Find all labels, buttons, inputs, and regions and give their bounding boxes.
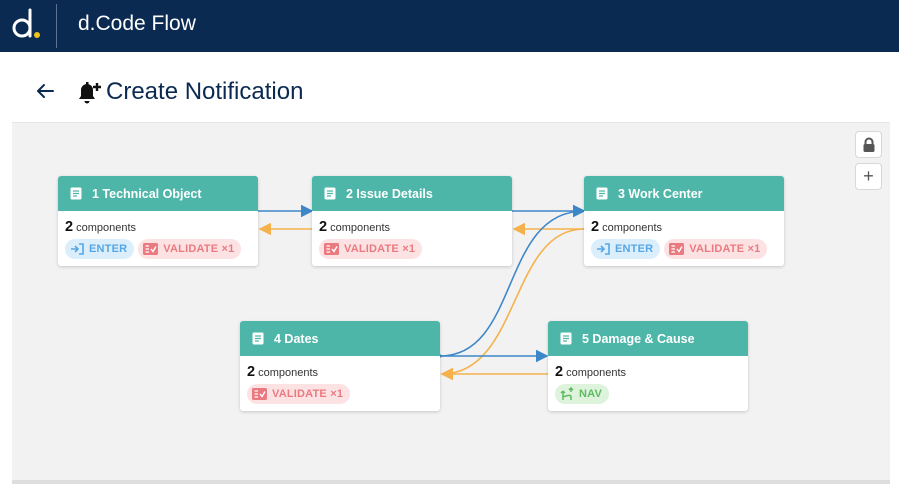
validate-chip[interactable]: VALIDATE ×1: [247, 384, 351, 404]
lock-button[interactable]: [855, 131, 882, 158]
component-count: 2 components: [247, 364, 319, 380]
flow-node-work-center[interactable]: 3 Work Center 2 components ENTER VALIDATE…: [584, 176, 784, 266]
enter-chip[interactable]: ENTER: [65, 239, 135, 259]
zoom-in-label: +: [863, 166, 874, 186]
canvas-scrollbar[interactable]: [12, 480, 890, 484]
app-title: d.Code Flow: [78, 12, 196, 35]
zoom-in-button[interactable]: +: [855, 163, 882, 190]
lock-icon: [863, 137, 874, 152]
checklist-icon: [324, 243, 339, 255]
node-title: 2 Issue Details: [346, 186, 433, 201]
flow-node-technical-object[interactable]: 1 Technical Object 2 components ENTER VAL…: [58, 176, 258, 266]
node-header: 3 Work Center: [584, 176, 784, 211]
component-count: 2 components: [555, 364, 627, 380]
checklist-icon: [143, 243, 159, 255]
enter-icon: [71, 243, 84, 255]
flow-node-dates[interactable]: 4 Dates 2 components VALIDATE ×1: [240, 321, 440, 411]
nav-chip[interactable]: NAV: [555, 384, 610, 404]
validate-chip[interactable]: VALIDATE ×1: [138, 239, 242, 259]
validate-chip[interactable]: VALIDATE ×1: [319, 239, 423, 259]
node-header: 5 Damage & Cause: [548, 321, 748, 356]
document-icon: [596, 187, 608, 200]
route-icon: [560, 387, 574, 400]
canvas-edge: [890, 122, 899, 484]
header-divider: [56, 4, 57, 48]
component-count: 2 components: [591, 219, 663, 235]
component-count: 2 components: [65, 219, 137, 235]
validate-chip[interactable]: VALIDATE ×1: [664, 239, 768, 259]
node-title: 5 Damage & Cause: [582, 331, 695, 346]
enter-icon: [597, 243, 610, 255]
app-header: d.Code Flow: [0, 0, 899, 52]
page-title: Create Notification: [106, 78, 304, 105]
enter-chip[interactable]: ENTER: [591, 239, 661, 259]
d-code-logo-icon[interactable]: [10, 6, 46, 44]
flow-node-issue-details[interactable]: 2 Issue Details 2 components VALIDATE ×1: [312, 176, 512, 266]
document-icon: [324, 187, 336, 200]
node-title: 3 Work Center: [618, 186, 703, 201]
notification-add-icon: [79, 82, 101, 104]
checklist-icon: [669, 243, 685, 255]
component-count: 2 components: [319, 219, 391, 235]
node-header: 2 Issue Details: [312, 176, 512, 211]
node-header: 4 Dates: [240, 321, 440, 356]
page-header: Create Notification: [0, 52, 899, 122]
node-title: 1 Technical Object: [92, 186, 202, 201]
node-header: 1 Technical Object: [58, 176, 258, 211]
document-icon: [560, 332, 572, 345]
document-icon: [70, 187, 82, 200]
document-icon: [252, 332, 264, 345]
flow-node-damage-cause[interactable]: 5 Damage & Cause 2 components NAV: [548, 321, 748, 411]
back-arrow-icon[interactable]: [34, 80, 56, 102]
checklist-icon: [252, 388, 267, 400]
node-title: 4 Dates: [274, 331, 319, 346]
